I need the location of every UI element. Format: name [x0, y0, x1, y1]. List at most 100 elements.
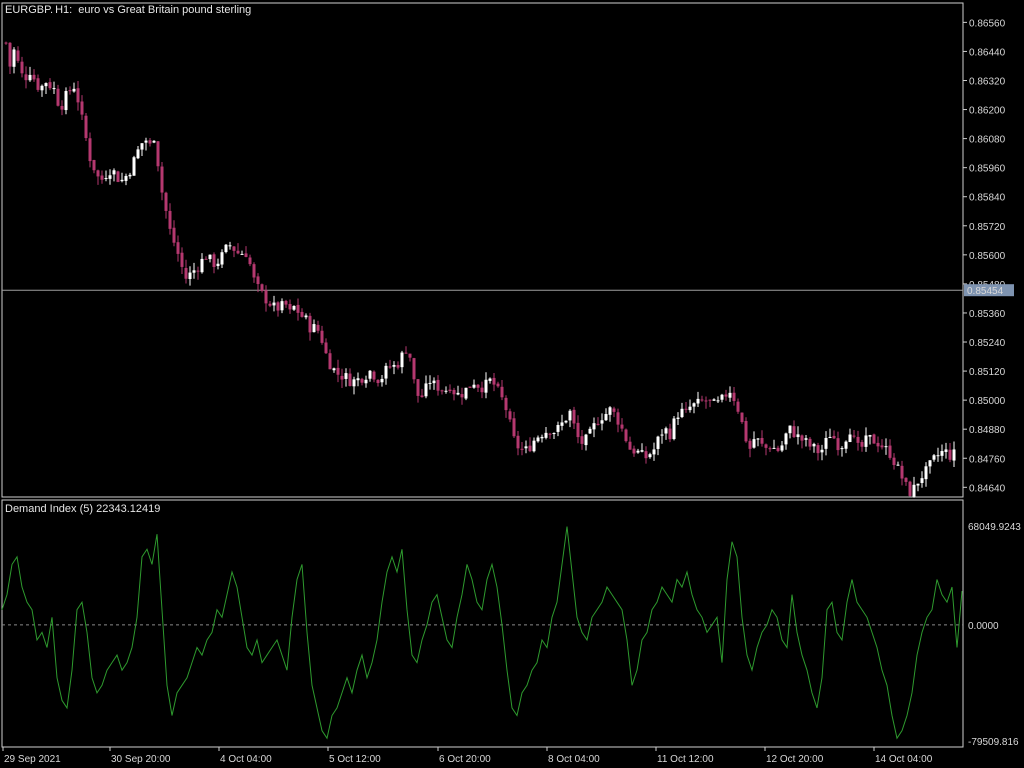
candle-body-bull	[556, 425, 560, 432]
candle-body-bear	[908, 481, 912, 496]
candle-body-bear	[320, 330, 324, 343]
candle-body-bear	[32, 74, 36, 80]
candle-body-bear	[244, 253, 248, 257]
candle-body-bear	[744, 420, 748, 442]
candle-body-bull	[352, 379, 356, 387]
price-tick-label: 0.85840	[969, 193, 1006, 204]
candle-body-bear	[572, 409, 576, 424]
candle-body-bull	[12, 49, 16, 67]
candle-body-bull	[608, 407, 612, 415]
candle-body-bear	[904, 477, 908, 482]
candle[interactable]	[464, 387, 468, 401]
candle[interactable]	[224, 244, 228, 254]
candle-body-bull	[200, 258, 204, 273]
candle-body-bear	[900, 465, 904, 479]
candle-body-bear	[288, 304, 292, 310]
candle-body-bear	[460, 394, 464, 398]
candle-body-bear	[528, 445, 532, 452]
candle[interactable]	[116, 170, 120, 183]
candle-body-bull	[136, 149, 140, 159]
candle-body-bull	[144, 140, 148, 143]
candle-body-bull	[804, 438, 808, 440]
candle-body-bear	[704, 400, 708, 402]
candle-body-bear	[792, 426, 796, 438]
candle-body-bull	[108, 175, 112, 179]
candle-body-bear	[388, 366, 392, 368]
candle-body-bear	[180, 252, 184, 267]
candle-body-bear	[724, 394, 728, 397]
candle-body-bear	[776, 447, 780, 451]
candle-body-bull	[676, 417, 680, 419]
time-tick-label: 5 Oct 12:00	[329, 754, 381, 765]
candle-body-bull	[588, 428, 592, 434]
candle-body-bull	[688, 406, 692, 411]
candle-body-bull	[712, 399, 716, 401]
candle-body-bull	[292, 305, 296, 310]
candle-body-bull	[112, 170, 116, 175]
candle-body-bull	[544, 432, 548, 438]
candle-body-bull	[920, 478, 924, 483]
candle-body-bull	[400, 352, 404, 368]
candle-body-bear	[80, 101, 84, 115]
timeframe-label: H1:	[55, 4, 72, 16]
candle-body-bull	[524, 446, 528, 449]
candle[interactable]	[132, 155, 136, 176]
price-tick-label: 0.86320	[969, 76, 1006, 87]
price-tick-label: 0.84880	[969, 425, 1006, 436]
candle-body-bear	[416, 379, 420, 396]
candle-body-bear	[48, 82, 52, 89]
candle-body-bull	[344, 373, 348, 379]
candle-body-bull	[432, 380, 436, 384]
candle-body-bull	[552, 433, 556, 435]
candle-body-bull	[636, 450, 640, 453]
candle-body-bear	[764, 444, 768, 448]
candle-body-bull	[428, 382, 432, 384]
candle-body-bear	[396, 364, 400, 368]
price-tick-label: 0.86560	[969, 18, 1006, 29]
price-tick-label: 0.85960	[969, 164, 1006, 175]
candle-body-bear	[580, 436, 584, 444]
candle[interactable]	[744, 417, 748, 443]
candle-body-bear	[168, 210, 172, 229]
candle-body-bear	[408, 353, 412, 358]
candle-body-bear	[644, 451, 648, 459]
candle[interactable]	[84, 112, 88, 142]
candle[interactable]	[872, 433, 876, 444]
candle-body-bear	[156, 141, 160, 167]
time-tick-label: 14 Oct 04:00	[875, 754, 933, 765]
candle[interactable]	[672, 415, 676, 441]
candle-body-bull	[692, 403, 696, 407]
candle-body-bear	[276, 302, 280, 311]
time-tick-label: 11 Oct 12:00	[657, 754, 714, 765]
candle-body-bear	[500, 386, 504, 398]
candle[interactable]	[624, 428, 628, 443]
candle-body-bear	[56, 88, 60, 106]
price-tick-label: 0.85000	[969, 396, 1006, 407]
candle-body-bull	[564, 420, 568, 423]
candle-body-bear	[612, 408, 616, 412]
candle[interactable]	[468, 386, 472, 389]
price-tick-label: 0.85720	[969, 222, 1006, 233]
candle-body-bear	[748, 440, 752, 449]
candle-body-bear	[116, 171, 120, 182]
time-tick-label: 6 Oct 20:00	[439, 754, 491, 765]
candle-body-bull	[844, 441, 848, 449]
candle-body-bull	[796, 434, 800, 438]
candle-body-bull	[472, 384, 476, 388]
candle-body-bear	[264, 290, 268, 304]
trading-chart[interactable]: 0.86560 0.86440 0.86320 0.86200 0.86080 0.859…	[0, 0, 1024, 768]
candle-body-bear	[504, 397, 508, 411]
candle-body-bear	[468, 386, 472, 388]
candle-body-bear	[16, 50, 20, 61]
candle-body-bull	[928, 460, 932, 467]
candle-body-bull	[652, 449, 656, 455]
candle-body-bull	[356, 378, 360, 381]
candle-body-bear	[260, 284, 264, 291]
candle-body-bear	[440, 390, 444, 392]
symbol-description: euro vs Great Britain pound sterling	[78, 4, 251, 16]
price-tick-label: 0.86080	[969, 135, 1006, 146]
candle[interactable]	[908, 480, 912, 497]
candle-body-bull	[124, 175, 128, 181]
indicator-title: Demand Index (5) 22343.12419	[5, 503, 160, 515]
candle-body-bear	[300, 311, 304, 317]
